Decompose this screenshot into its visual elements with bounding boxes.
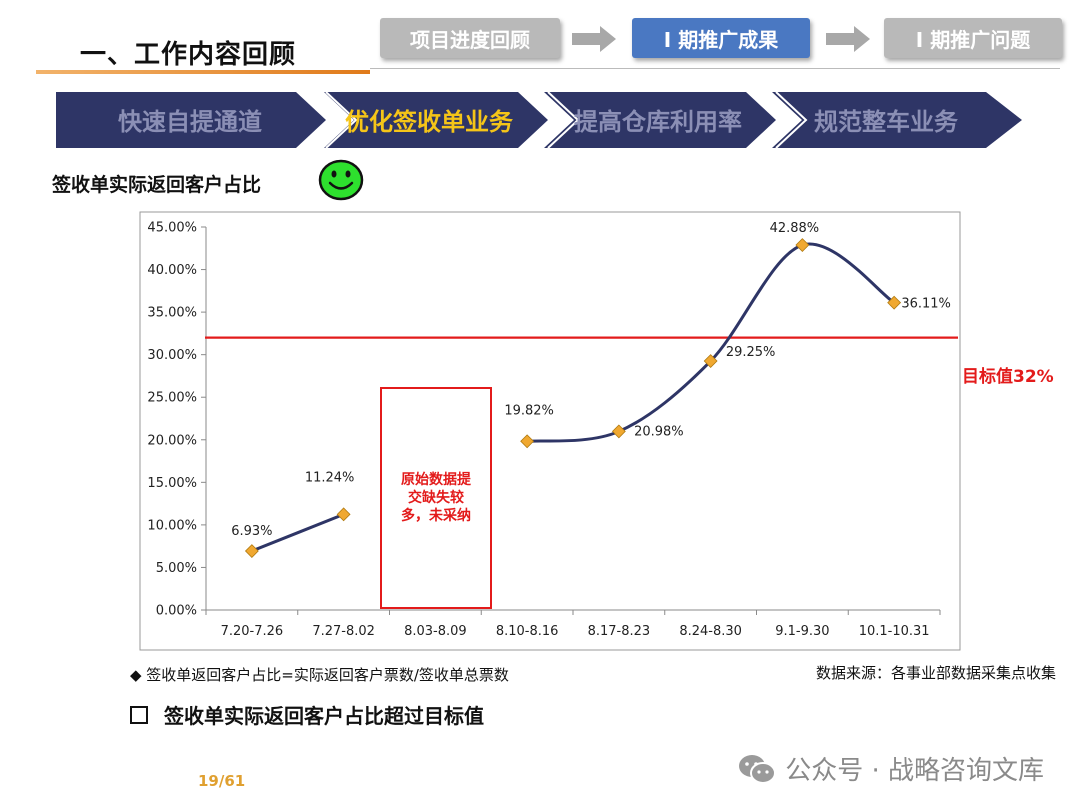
wechat-icon [739,754,777,784]
excluded-data-note: 原始数据提交缺失较多，未采纳 [380,387,492,609]
x-tick-label: 8.24-8.30 [679,624,742,639]
y-tick-label: 5.00% [156,561,197,576]
chart-frame [139,211,961,651]
formula-footnote: ◆ 签收单返回客户占比=实际返回客户票数/签收单总票数 [130,666,509,684]
x-tick-label: 7.20-7.26 [221,624,284,639]
y-tick-label: 10.00% [147,518,197,533]
x-tick-label: 8.03-8.09 [404,624,467,639]
watermark: 公众号 · 战略咨询文库 [737,750,1044,787]
y-tick-label: 15.00% [147,476,197,491]
watermark-text: 公众号 · 战略咨询文库 [785,756,1044,786]
x-tick-label: 10.1-10.31 [859,624,930,639]
y-tick-label: 40.00% [147,263,197,278]
y-tick-label: 35.00% [147,306,197,321]
conclusion-text: 签收单实际返回客户占比超过目标值 [164,704,484,728]
y-tick-label: 20.00% [147,433,197,448]
data-label: 42.88% [770,221,820,236]
y-tick-label: 30.00% [147,348,197,363]
data-label: 36.11% [901,297,951,312]
target-value-label: 目标值32% [962,367,1054,387]
page-number: 19/61 [198,772,246,790]
data-label: 11.24% [305,470,355,485]
data-label: 20.98% [634,424,684,439]
x-tick-label: 7.27-8.02 [312,624,375,639]
y-tick-label: 25.00% [147,391,197,406]
conclusion: 签收单实际返回客户占比超过目标值 [130,700,484,729]
data-source: 数据来源：各事业部数据采集点收集 [815,664,1056,682]
x-tick-label: 8.10-8.16 [496,624,559,639]
data-label: 6.93% [231,524,272,539]
y-tick-label: 0.00% [156,604,197,619]
line-chart: 0.00% 5.00% 10.00% 15.00% 20.00% 25.00% 30.00%… [139,211,961,651]
square-bullet-icon [130,705,148,724]
y-tick-label: 45.00% [147,221,197,236]
data-label: 29.25% [726,345,776,360]
data-label: 19.82% [504,403,554,418]
x-tick-label: 8.17-8.23 [588,624,651,639]
excluded-data-note-text: 原始数据提交缺失较多，未采纳 [401,472,471,524]
x-tick-label: 9.1-9.30 [775,624,829,639]
